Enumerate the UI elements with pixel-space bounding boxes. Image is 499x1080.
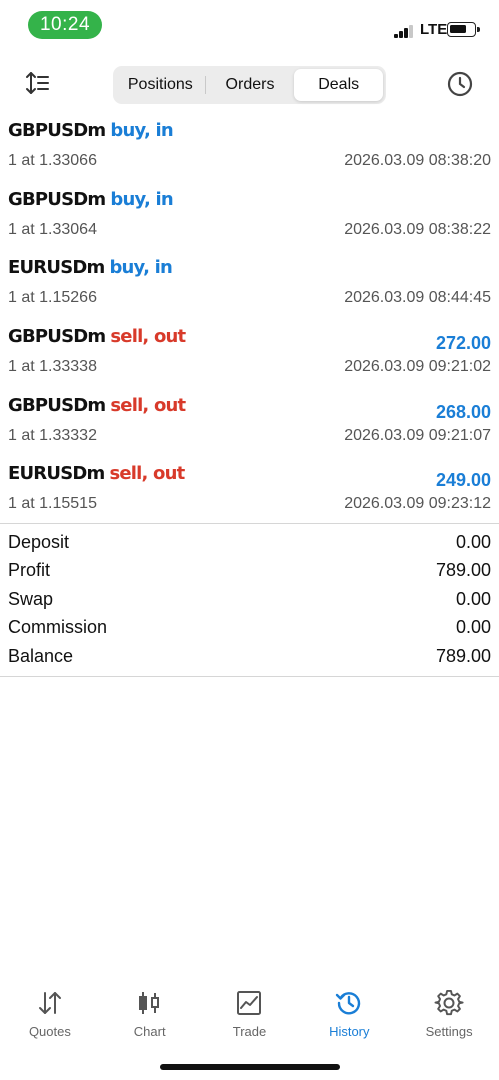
deal-quantity: 1 at 1.33066 [8,152,97,169]
quotes-arrows-icon [38,992,61,1014]
deal-symbol: GBPUSDm buy, in [8,188,174,210]
summary-label: Deposit [8,532,70,552]
summary-divider-top [0,523,499,524]
deals-list: GBPUSDm buy, in 1 at 1.33066 2026.03.09 0… [0,114,499,526]
deal-row[interactable]: GBPUSDm sell, out 272.00 1 at 1.33338 202… [0,320,499,389]
deal-row[interactable]: GBPUSDm buy, in 1 at 1.33064 2026.03.09 0… [0,183,499,252]
deal-time: 2026.03.09 08:38:22 [344,220,491,238]
summary-value: 0.00 [455,532,491,552]
tab-orders[interactable]: Orders [206,69,295,101]
deal-time: 2026.03.09 08:44:45 [344,289,491,307]
deal-profit: 272.00 [435,333,491,354]
signal-strength-icon [394,24,416,38]
tab-chart[interactable]: Chart [100,984,200,1044]
summary-value: 789.00 [435,560,491,581]
deal-quantity: 1 at 1.33332 [8,426,97,444]
tab-selector: Positions Orders Deals [113,66,386,104]
summary-commission: Commission 0.00 [0,615,499,643]
summary-profit: Profit 789.00 [0,558,499,586]
summary-label: Swap [8,588,54,609]
tab-quotes[interactable]: Quotes [0,984,100,1044]
summary-balance: Balance 789.00 [0,644,499,672]
deal-quantity: 1 at 1.33338 [8,358,97,376]
tab-label: Quotes [28,1024,71,1039]
deal-side: buy, in [109,257,172,279]
summary-section: Deposit 0.00 Profit 789.00 Swap 0.00 Com… [0,530,499,672]
summary-value: 0.00 [455,588,491,609]
tab-label: Trade [232,1024,267,1039]
home-indicator[interactable] [160,1064,340,1070]
deal-row[interactable]: GBPUSDm buy, in 1 at 1.33066 2026.03.09 0… [0,114,499,183]
deal-side: sell, out [110,326,186,348]
deal-symbol: EURUSDm sell, out [8,463,185,485]
status-bar: 10:24 LTE [0,0,499,50]
summary-label: Commission [8,617,108,638]
summary-label: Profit [8,560,51,581]
summary-value: 0.00 [455,617,491,638]
summary-value: 789.00 [435,645,491,666]
summary-label: Balance [8,645,74,666]
deal-time: 2026.03.09 09:23:12 [344,495,491,513]
deal-time: 2026.03.09 09:21:02 [344,358,491,376]
tab-label: Chart [133,1024,166,1039]
deal-quantity: 1 at 1.15515 [8,495,97,513]
tab-label: History [329,1024,370,1039]
deal-symbol: GBPUSDm sell, out [8,326,186,348]
summary-deposit: Deposit 0.00 [0,530,499,558]
deal-side: buy, in [110,188,173,210]
deal-symbol: GBPUSDm buy, in [8,120,174,141]
deal-symbol: EURUSDm buy, in [8,257,173,279]
deal-profit: 268.00 [435,401,491,422]
deal-side: sell, out [109,463,185,485]
deal-quantity: 1 at 1.15266 [8,289,97,307]
tab-settings[interactable]: Settings [399,984,499,1044]
sort-icon[interactable] [24,70,54,96]
deal-row[interactable]: EURUSDm buy, in 1 at 1.15266 2026.03.09 0… [0,251,499,320]
battery-icon [447,22,480,37]
tab-trade[interactable]: Trade [200,984,300,1044]
deal-time: 2026.03.09 08:38:20 [344,152,491,169]
deal-side: buy, in [110,120,173,141]
tab-label: Settings [425,1024,473,1039]
deal-row[interactable]: EURUSDm sell, out 249.00 1 at 1.15515 202… [0,457,499,526]
tab-positions[interactable]: Positions [116,69,205,101]
deal-row[interactable]: GBPUSDm sell, out 268.00 1 at 1.33332 202… [0,389,499,458]
candlestick-icon [138,992,159,1014]
deal-side: sell, out [110,394,186,416]
deal-time: 2026.03.09 09:21:07 [344,426,491,444]
summary-swap: Swap 0.00 [0,587,499,615]
tab-deals[interactable]: Deals [294,69,384,101]
tab-history[interactable]: History [299,984,399,1044]
gear-icon [434,989,464,1016]
period-clock-icon[interactable] [446,70,474,98]
network-type: LTE [420,21,448,38]
history-clock-icon [336,992,361,1015]
deal-profit: 249.00 [435,470,491,491]
deal-quantity: 1 at 1.33064 [8,220,97,238]
status-time: 10:24 [28,11,102,39]
trade-chart-icon [237,991,262,1015]
deal-symbol: GBPUSDm sell, out [8,394,186,416]
bottom-tab-bar: Quotes Chart Trade History Settings [0,984,499,1044]
header: Positions Orders Deals [0,58,499,110]
summary-divider-bottom [0,676,499,677]
